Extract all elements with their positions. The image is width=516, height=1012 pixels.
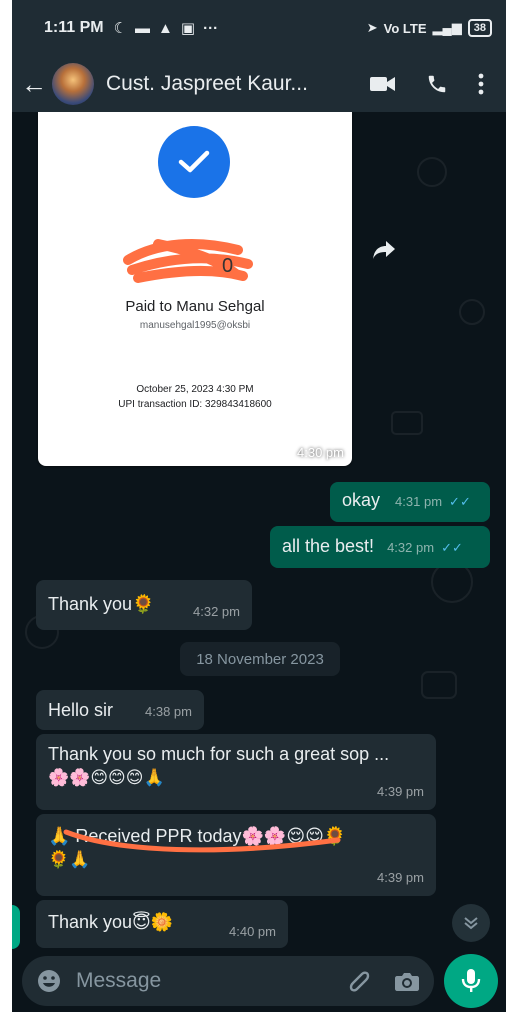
incoming-message[interactable]: Thank you so much for such a great sop .… <box>36 734 436 810</box>
status-icons: ☾ ▬ ▲ ▣ ··· <box>113 19 219 38</box>
overflow-menu-icon[interactable] <box>478 73 484 95</box>
message-text: Thank you😇🌼 <box>48 912 174 932</box>
incoming-message[interactable]: 🙏 Received PPR today🌸🌸😌😌🌻 🌻🙏 4:39 pm <box>36 814 436 896</box>
mic-button[interactable] <box>444 954 498 1008</box>
upi-id: manusehgal1995@oksbi <box>139 320 251 331</box>
message-emoji: 🌻🙏 <box>48 850 91 870</box>
incoming-message[interactable]: Thank you😇🌼 4:40 pm <box>36 900 288 948</box>
message-time: 4:38 pm <box>145 704 192 719</box>
scroll-down-button[interactable] <box>452 904 490 942</box>
forward-icon[interactable] <box>364 230 404 270</box>
message-time: 4:30 pm <box>297 445 344 460</box>
message-input-bar <box>12 950 506 1012</box>
message-time: 4:32 pm <box>387 540 435 555</box>
avatar[interactable] <box>52 63 94 105</box>
paid-to-label: Paid to Manu Sehgal <box>125 298 265 315</box>
message-input[interactable] <box>76 969 346 993</box>
chat-area[interactable]: 0 Paid to Manu Sehgal manusehgal1995@oks… <box>12 112 506 950</box>
message-text: 🙏 Received PPR today🌸🌸😌😌🌻 <box>48 826 347 846</box>
incoming-message[interactable]: Thank you🌻 4:32 pm <box>36 580 252 630</box>
status-right: ➤ Vo LTE ▂▄▆ 38 <box>367 19 492 37</box>
attach-icon[interactable] <box>346 968 372 994</box>
read-ticks-icon: ✓✓ <box>449 494 471 509</box>
outgoing-message[interactable]: all the best! 4:32 pm ✓✓ <box>270 526 490 568</box>
emoji-icon[interactable] <box>36 968 62 994</box>
check-icon <box>158 126 230 198</box>
video-call-icon[interactable] <box>370 75 396 93</box>
side-floating-button[interactable] <box>12 905 20 949</box>
svg-text:0: 0 <box>222 255 233 277</box>
message-emoji: 🌸🌸😊😊😊🙏 <box>48 768 165 788</box>
chat-header: ← Cust. Jaspreet Kaur... <box>12 56 506 112</box>
message-text: okay <box>342 490 381 510</box>
message-text: Thank you so much for such a great sop .… <box>48 744 390 764</box>
message-text: all the best! <box>282 536 375 556</box>
signal-icon: ▂▄▆ <box>432 20 462 35</box>
battery-icon: 38 <box>467 19 492 37</box>
location-icon: ➤ <box>366 20 378 35</box>
voice-call-icon[interactable] <box>426 73 448 95</box>
status-time: 1:11 PM <box>44 19 104 36</box>
message-time: 4:39 pm <box>377 870 424 885</box>
moon-icon: ☾ <box>113 20 128 37</box>
camera-icon[interactable] <box>394 970 420 992</box>
message-text: Thank you🌻 <box>48 594 155 614</box>
more-dots-icon: ··· <box>203 19 219 37</box>
message-time: 4:39 pm <box>377 784 424 799</box>
app-icon: ▣ <box>180 20 196 37</box>
message-time: 4:31 pm <box>395 494 443 509</box>
incoming-message[interactable]: Hello sir 4:38 pm <box>36 690 204 730</box>
transaction-date: October 25, 2023 4:30 PM <box>136 384 254 395</box>
phone-screen: 1:11 PM ☾ ▬ ▲ ▣ ··· ➤ Vo LTE ▂▄▆ 38 ← Cu… <box>12 0 506 1012</box>
message-time: 4:32 pm <box>193 604 240 619</box>
navigation-icon: ▲ <box>158 19 173 37</box>
message-input-container <box>22 956 434 1006</box>
message-icon: ▬ <box>135 19 151 37</box>
message-text: Hello sir <box>48 700 114 720</box>
network-label: Vo LTE <box>383 20 427 36</box>
back-arrow-icon[interactable]: ← <box>16 69 52 100</box>
read-ticks-icon: ✓✓ <box>441 540 463 555</box>
redaction-scribble: 0 <box>123 239 253 283</box>
mic-icon <box>461 969 481 992</box>
payment-screenshot-message[interactable]: 0 Paid to Manu Sehgal manusehgal1995@oks… <box>38 112 352 466</box>
date-divider: 18 November 2023 <box>180 642 340 676</box>
message-time: 4:40 pm <box>229 924 276 939</box>
outgoing-message[interactable]: okay 4:31 pm ✓✓ <box>330 482 490 522</box>
chevron-down-icon <box>464 917 478 930</box>
transaction-id: UPI transaction ID: 329843418600 <box>118 399 272 410</box>
status-bar: 1:11 PM ☾ ▬ ▲ ▣ ··· ➤ Vo LTE ▂▄▆ 38 <box>12 0 506 56</box>
contact-name[interactable]: Cust. Jaspreet Kaur... <box>106 72 370 96</box>
